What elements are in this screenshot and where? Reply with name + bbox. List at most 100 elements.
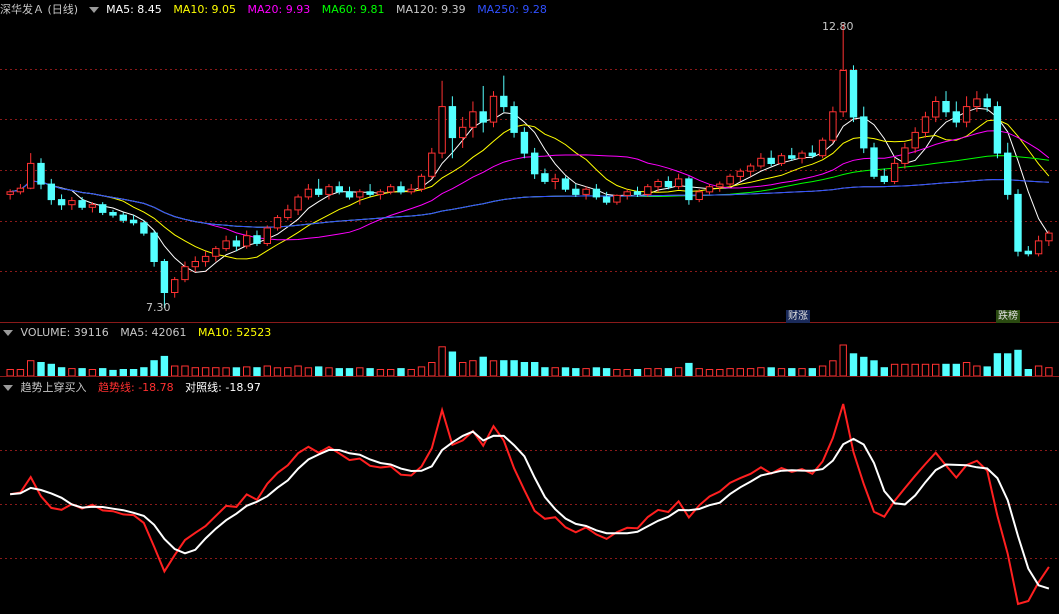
- volume-bar: [829, 360, 837, 376]
- volume-bar: [1024, 369, 1032, 376]
- candle-body: [407, 188, 415, 193]
- candle-body: [129, 219, 138, 224]
- candle-body: [798, 152, 806, 159]
- volume-bar: [674, 367, 683, 376]
- volume-bar: [397, 368, 405, 376]
- candle-body: [644, 186, 652, 195]
- volume-bar: [808, 368, 816, 376]
- volume-bar: [366, 368, 374, 376]
- volume-bar: [129, 369, 138, 376]
- candle-body: [397, 186, 405, 193]
- candle-body: [1045, 232, 1053, 242]
- candle-body: [171, 279, 179, 294]
- volume-chart[interactable]: [0, 342, 1059, 376]
- volume-bar: [171, 365, 179, 376]
- volume-bar: [459, 362, 467, 376]
- volume-bar: [140, 367, 148, 376]
- candle-body: [613, 194, 621, 203]
- volume-bar: [510, 360, 518, 376]
- candle-body: [294, 196, 302, 211]
- candle-body: [6, 191, 14, 195]
- dropdown-icon[interactable]: [88, 7, 99, 13]
- reference-line: [10, 430, 1050, 590]
- candle-body: [942, 101, 950, 113]
- candle-body: [428, 152, 436, 177]
- candle-body: [417, 175, 426, 190]
- candle-body: [818, 139, 827, 157]
- volume-bar: [263, 365, 272, 376]
- candle-body: [705, 186, 714, 193]
- low-price-label: 7.30: [146, 301, 171, 314]
- candle-body: [222, 240, 230, 250]
- candle-body: [263, 227, 272, 244]
- volume-bar: [860, 356, 868, 376]
- volume-bar: [356, 367, 364, 376]
- volume-bar: [818, 365, 827, 376]
- candle-body: [510, 106, 518, 133]
- volume-bar: [736, 368, 744, 376]
- volume-bar: [438, 346, 446, 376]
- volume-bar: [109, 369, 117, 376]
- candle-body: [160, 261, 169, 293]
- candle-body: [109, 212, 117, 216]
- candle-body: [777, 155, 786, 164]
- candle-body: [345, 191, 354, 198]
- panel-divider: [0, 376, 1059, 377]
- volume-bar: [788, 368, 796, 376]
- candle-body: [551, 178, 559, 182]
- volume-bar: [705, 369, 714, 376]
- candle-body: [726, 175, 734, 185]
- candle-body: [870, 147, 878, 177]
- candle-body: [78, 200, 86, 208]
- candle-body: [808, 152, 816, 157]
- candle-body: [1034, 240, 1043, 255]
- candle-body: [541, 173, 549, 182]
- ma10-label: MA10: 9.05: [173, 3, 237, 16]
- ma20-label: MA20: 9.93: [247, 3, 311, 16]
- candle-body: [901, 147, 909, 164]
- volume-bar: [407, 369, 415, 376]
- candle-body: [1014, 193, 1022, 252]
- volume-bar: [500, 360, 508, 376]
- candle-body: [561, 178, 570, 190]
- volume-bar: [623, 369, 631, 376]
- volume-bar: [798, 368, 806, 376]
- volume-bar: [448, 351, 457, 376]
- volume-bar: [335, 368, 344, 376]
- ma20-line: [10, 130, 1050, 241]
- candle-body: [716, 183, 724, 188]
- ma5-line: [10, 107, 1050, 273]
- volume-bar: [57, 367, 66, 376]
- volume-bar: [417, 366, 426, 376]
- dropdown-icon[interactable]: [3, 385, 13, 391]
- candle-body: [37, 162, 45, 185]
- tag-down: 跌榜: [996, 310, 1020, 323]
- volume-bar: [695, 368, 703, 376]
- tag-up: 财涨: [786, 310, 810, 323]
- candle-body: [849, 70, 858, 118]
- indicator-header: 趋势上穿买入 趋势线: -18.78 对照线: -18.97: [0, 379, 269, 397]
- candle-body: [736, 170, 744, 177]
- ma10-line: [10, 119, 1050, 260]
- volume-bar: [253, 367, 261, 376]
- candle-body: [325, 186, 333, 195]
- volume-bar: [345, 368, 354, 376]
- volume-bar: [273, 367, 282, 376]
- indicator-chart[interactable]: [0, 396, 1059, 612]
- candle-body: [685, 178, 693, 201]
- dropdown-icon[interactable]: [3, 330, 13, 336]
- price-chart[interactable]: [0, 18, 1059, 322]
- volume-bar: [243, 366, 251, 376]
- volume-bar: [777, 368, 786, 376]
- volume-bar: [1034, 365, 1043, 376]
- volume-bar: [921, 363, 930, 376]
- volume-bar: [942, 363, 950, 376]
- candle-body: [623, 191, 631, 196]
- volume-bar: [294, 365, 302, 376]
- volume-bar: [932, 363, 940, 376]
- volume-bar: [37, 362, 45, 376]
- volume-bar: [428, 362, 436, 376]
- candle-body: [500, 95, 508, 108]
- volume-bar: [983, 366, 991, 376]
- ref-line-label: 对照线: -18.97: [185, 381, 261, 394]
